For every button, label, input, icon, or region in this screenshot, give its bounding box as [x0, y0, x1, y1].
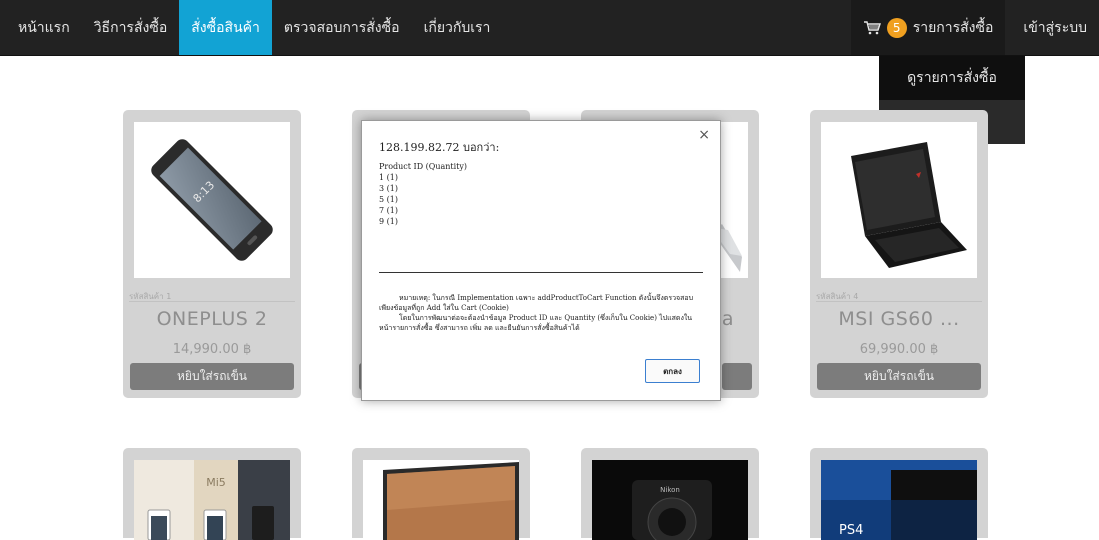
top-navbar: หน้าแรก วิธีการสั่งซื้อ สั่งซื้อสินค้า ต…	[0, 0, 1099, 56]
product-image-phones: Mi5	[134, 460, 290, 540]
product-card: 8:13 รหัสสินค้า 1 ONEPLUS 2 14,990.00 ฿ …	[123, 110, 301, 398]
ok-button[interactable]: ตกลง	[645, 359, 700, 383]
login-link[interactable]: เข้าสู่ระบบ	[1005, 0, 1099, 55]
nav-check-order[interactable]: ตรวจสอบการสั่งซื้อ	[272, 0, 412, 55]
divider	[129, 301, 295, 302]
dialog-message: Product ID (Quantity) 1 (1) 3 (1) 5 (1) …	[379, 161, 467, 227]
svg-text:Mi5: Mi5	[206, 476, 226, 489]
message-line: 7 (1)	[379, 206, 398, 215]
product-name: ONEPLUS 2	[156, 308, 268, 330]
cart-count-badge: 5	[886, 17, 907, 38]
product-image-camera: Nikon	[592, 460, 748, 540]
divider	[379, 272, 703, 273]
message-line: 3 (1)	[379, 184, 398, 193]
note-paragraph: หมายเหตุ: ในกรณี Implementation เฉพาะ ad…	[379, 294, 694, 312]
close-icon[interactable]: ×	[698, 127, 710, 143]
message-line: 5 (1)	[379, 195, 398, 204]
cart-label: รายการสั่งซื้อ	[912, 19, 994, 36]
note-paragraph: โดยในการพัฒนาต่อจะต้องนำข้อมูล Product I…	[379, 314, 693, 332]
view-order-list-item[interactable]: ดูรายการสั่งซื้อ	[879, 56, 1025, 100]
message-line: 1 (1)	[379, 173, 398, 182]
svg-text:PS4: PS4	[839, 523, 863, 538]
add-to-cart-button[interactable]: หยิบใส่รถเข็น	[817, 363, 981, 390]
product-price: 69,990.00 ฿	[859, 342, 939, 357]
product-card: รหัสสินค้า 4 MSI GS60 ... 69,990.00 ฿ หย…	[810, 110, 988, 398]
nav-about-us[interactable]: เกี่ยวกับเรา	[412, 0, 503, 55]
message-line: Product ID (Quantity)	[379, 162, 468, 171]
nav-how-to-order[interactable]: วิธีการสั่งซื้อ	[82, 0, 180, 55]
dialog-title: 128.199.82.72 บอกว่า:	[379, 141, 500, 154]
divider	[816, 301, 982, 302]
svg-text:Nikon: Nikon	[660, 486, 680, 494]
product-card: Mi5	[123, 448, 301, 540]
message-line: 9 (1)	[379, 217, 398, 226]
dialog-note: หมายเหตุ: ในกรณี Implementation เฉพาะ ad…	[379, 293, 700, 333]
nav-home[interactable]: หน้าแรก	[6, 0, 82, 55]
product-price: 14,990.00 ฿	[172, 342, 252, 357]
nav-order-products[interactable]: สั่งซื้อสินค้า	[179, 0, 272, 55]
shopping-cart-icon	[863, 20, 881, 34]
nav-right-group: 5 รายการสั่งซื้อ เข้าสู่ระบบ	[850, 0, 1099, 55]
product-card: PS4	[810, 448, 988, 540]
product-image-console: PS4	[821, 460, 977, 540]
cart-menu-toggle[interactable]: 5 รายการสั่งซื้อ	[850, 0, 1006, 55]
add-to-cart-button[interactable]	[722, 363, 752, 390]
product-image-laptop	[821, 122, 977, 278]
product-image-tv	[363, 460, 519, 540]
product-name: MSI GS60 ...	[838, 308, 960, 330]
product-image-phone: 8:13	[134, 122, 290, 278]
product-card: Nikon	[581, 448, 759, 540]
main-menu: หน้าแรก วิธีการสั่งซื้อ สั่งซื้อสินค้า ต…	[0, 0, 502, 55]
alert-dialog: × 128.199.82.72 บอกว่า: Product ID (Quan…	[361, 120, 721, 401]
product-card	[352, 448, 530, 540]
add-to-cart-button[interactable]: หยิบใส่รถเข็น	[130, 363, 294, 390]
